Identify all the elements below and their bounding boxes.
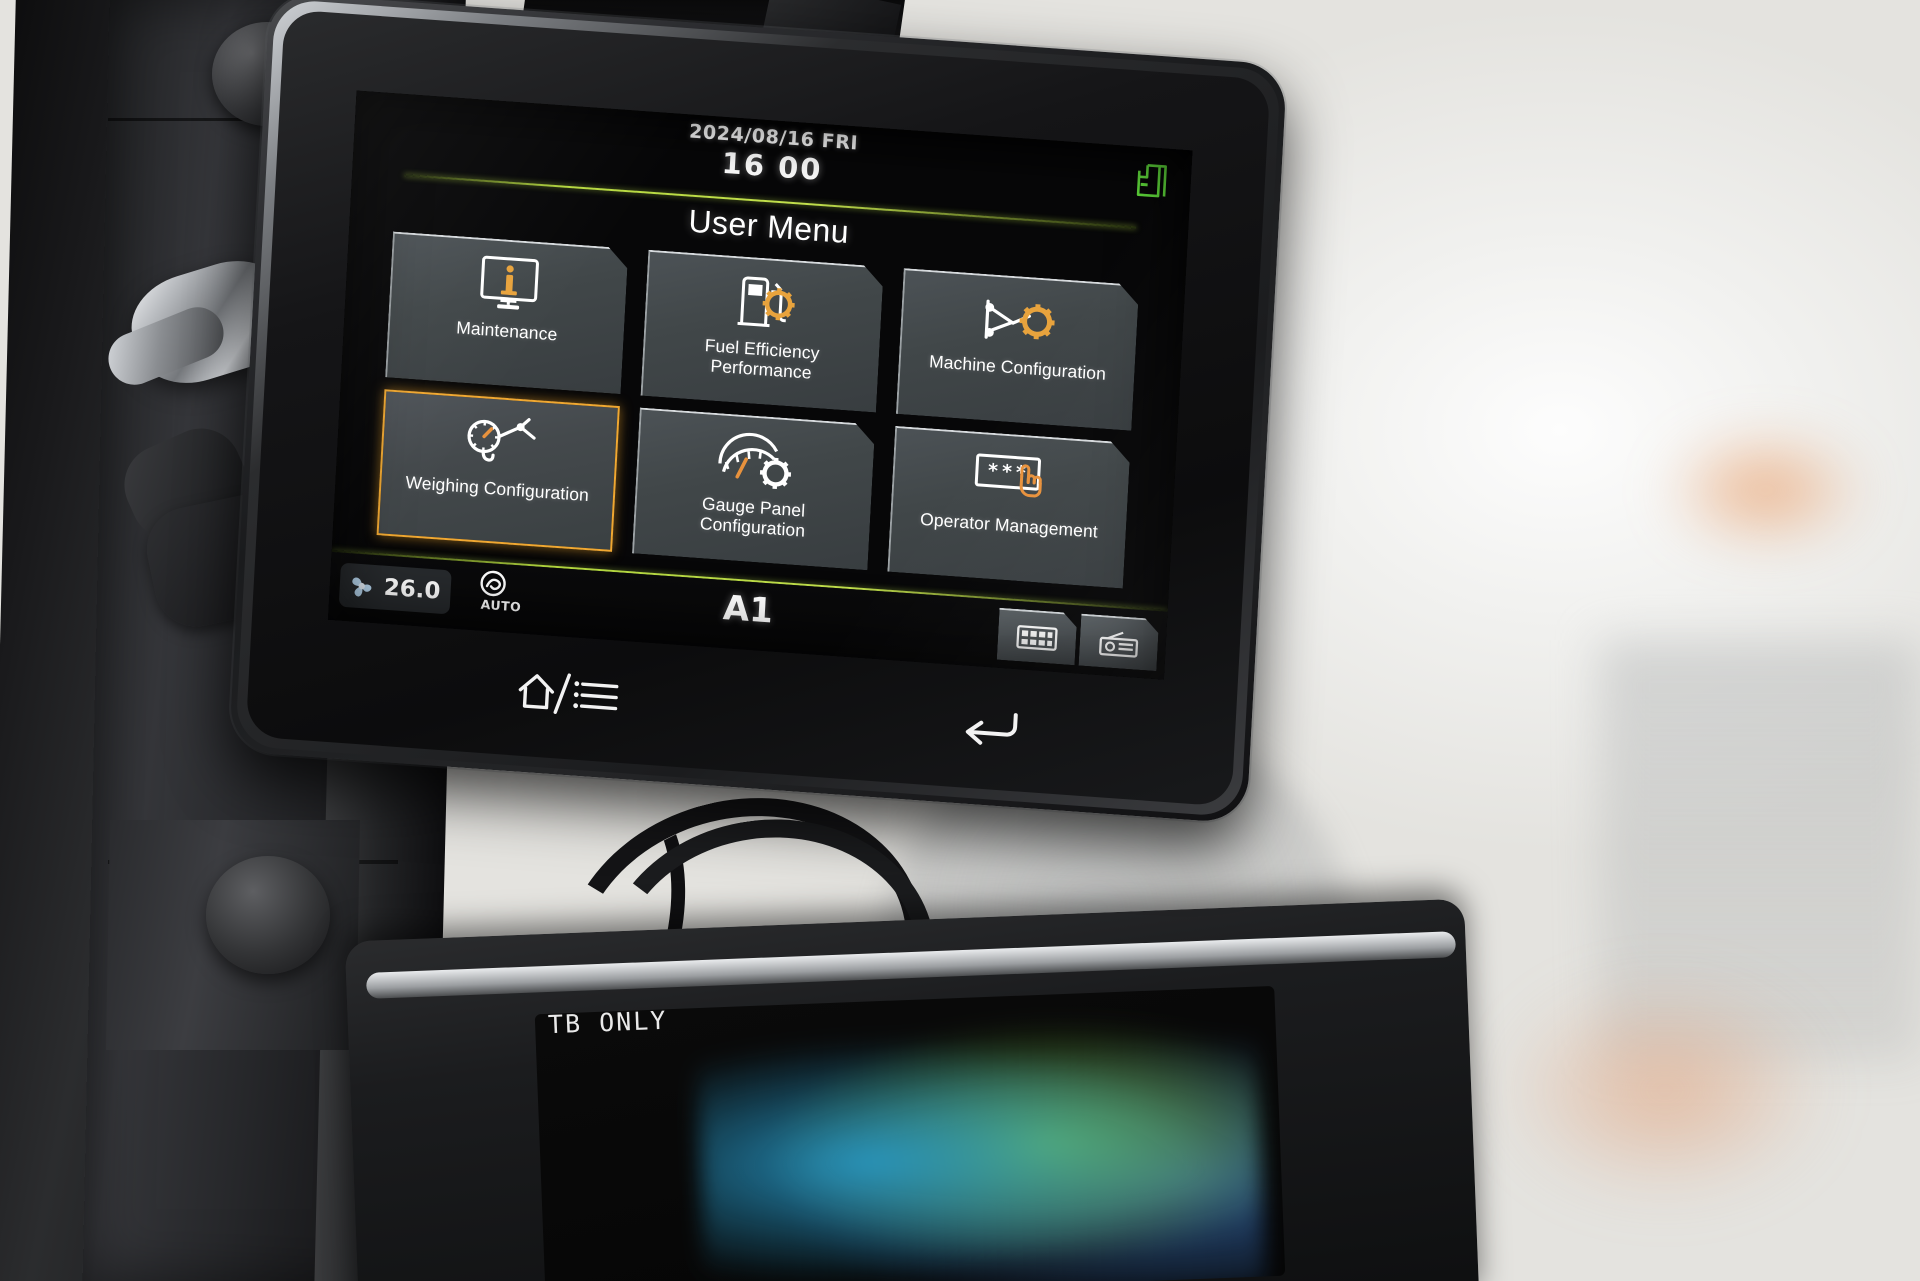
- weigh-scale-hook-icon: [456, 405, 544, 483]
- lower-display-label: TB ONLY: [547, 1005, 668, 1040]
- hmi-monitor: 2024/08/16 FRI 16 00 User Menu Maintenan…: [228, 0, 1288, 824]
- tile-label: Operator Management: [919, 508, 1099, 542]
- truck-door-open-icon: [1126, 156, 1176, 207]
- lower-display-glow: [695, 1006, 1266, 1281]
- back-key[interactable]: [954, 699, 1026, 752]
- tile-operator-management[interactable]: * * * Operator Management: [887, 426, 1130, 589]
- tile-label: Weighing Configuration: [405, 471, 590, 506]
- svg-text:*: *: [1001, 461, 1012, 484]
- tile-weighing-configuration[interactable]: Weighing Configuration: [376, 389, 620, 552]
- monitor-info-icon: [472, 247, 546, 324]
- tile-gauge-panel-configuration[interactable]: Gauge Panel Configuration: [632, 408, 875, 571]
- background-blur-warm-1: [1660, 430, 1870, 550]
- tile-label: Gauge Panel Configuration: [699, 493, 806, 541]
- background-blur-warm-2: [1500, 980, 1830, 1200]
- tile-maintenance[interactable]: Maintenance: [385, 231, 628, 394]
- keypad-grid-icon: [1015, 623, 1058, 653]
- tile-machine-configuration[interactable]: Machine Configuration: [896, 268, 1139, 431]
- svg-text:*: *: [987, 460, 998, 483]
- radio-icon: [1097, 627, 1140, 659]
- tile-label: Machine Configuration: [928, 351, 1107, 384]
- tile-fuel-efficiency-performance[interactable]: Fuel Efficiency Performance: [641, 250, 884, 413]
- hmi-screen: 2024/08/16 FRI 16 00 User Menu Maintenan…: [327, 90, 1193, 680]
- photo-scene: TB ONLY 2024/08/16 FRI 16 00 User Menu M…: [0, 0, 1920, 1281]
- tile-label: Maintenance: [455, 317, 558, 345]
- user-menu-ui: 2024/08/16 FRI 16 00 User Menu Maintenan…: [327, 91, 1193, 680]
- fuel-pump-gear-icon: [725, 266, 805, 343]
- statusbar-buttons: [997, 608, 1159, 671]
- excavator-arm-gear-icon: [977, 284, 1063, 362]
- keypad-button[interactable]: [997, 608, 1078, 666]
- gauge-dial-gear-icon: [712, 423, 800, 501]
- menu-grid: Maintenance Fuel Efficiency Performance …: [376, 231, 1144, 589]
- radio-button[interactable]: [1079, 614, 1160, 672]
- tile-label: Fuel Efficiency Performance: [704, 335, 821, 383]
- mount-knob-lower: [206, 856, 330, 974]
- password-entry-hand-icon: * * *: [967, 441, 1057, 519]
- home-menu-key[interactable]: [511, 665, 643, 722]
